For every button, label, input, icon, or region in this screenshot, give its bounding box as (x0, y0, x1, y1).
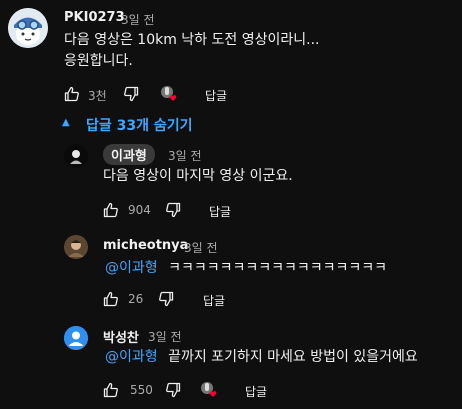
like-count: 904 (128, 203, 151, 217)
reply-button[interactable]: 답글 (205, 87, 227, 104)
mention-link[interactable]: @이과형 (105, 260, 158, 276)
creator-heart-icon (200, 380, 220, 400)
reply-text: @이과형 끝까지 포기하지 마세요 방법이 있을거에요 (105, 347, 418, 368)
avatar[interactable] (64, 326, 88, 350)
thumbs-up-icon[interactable] (64, 86, 80, 102)
thumbs-down-icon[interactable] (158, 291, 174, 307)
creator-author-chip[interactable]: 이과형 (103, 144, 155, 165)
hide-replies-button[interactable]: 답글 33개 숨기기 (86, 115, 193, 135)
reply-body: 끝까지 포기하지 마세요 방법이 있을거에요 (168, 349, 418, 365)
chevron-up-icon[interactable]: ▲ (62, 117, 70, 128)
reply-text: 다음 영상이 마지막 영상 이군요. (103, 168, 293, 184)
reply-button[interactable]: 답글 (203, 292, 225, 309)
thumbs-up-icon[interactable] (103, 291, 119, 307)
avatar[interactable] (64, 235, 88, 259)
avatar[interactable] (8, 8, 48, 48)
thumbs-down-icon[interactable] (123, 86, 139, 102)
reply-body: ㅋㅋㅋㅋㅋㅋㅋㅋㅋㅋㅋㅋㅋㅋㅋㅋㅋ (168, 260, 388, 276)
thumbs-up-icon[interactable] (103, 382, 119, 398)
avatar[interactable] (64, 144, 88, 168)
thumbs-up-icon[interactable] (103, 202, 119, 218)
reply-time[interactable]: 3일 전 (184, 239, 218, 256)
reply-text: @이과형 ㅋㅋㅋㅋㅋㅋㅋㅋㅋㅋㅋㅋㅋㅋㅋㅋㅋ (105, 258, 387, 279)
like-count: 3천 (88, 89, 107, 103)
thumbs-down-icon[interactable] (165, 382, 181, 398)
comment-text-line1: 다음 영상은 10km 낙하 도전 영상이라니... (64, 32, 320, 48)
like-count: 26 (128, 292, 144, 306)
reply-author[interactable]: 박성찬 (103, 327, 139, 346)
reply-button[interactable]: 답글 (209, 203, 231, 220)
like-count: 550 (130, 383, 153, 397)
reply-author[interactable]: micheotnya (103, 238, 188, 253)
reply-time[interactable]: 3일 전 (148, 328, 182, 345)
reply-button[interactable]: 답글 (245, 383, 267, 400)
thumbs-down-icon[interactable] (165, 202, 181, 218)
comment-text-line2: 응원합니다. (64, 53, 133, 69)
comment-time[interactable]: 3일 전 (121, 11, 155, 28)
comment-author[interactable]: PKI0273 (64, 10, 125, 25)
mention-link[interactable]: @이과형 (105, 349, 158, 365)
creator-heart-icon (160, 84, 180, 104)
reply-time[interactable]: 3일 전 (168, 147, 202, 164)
